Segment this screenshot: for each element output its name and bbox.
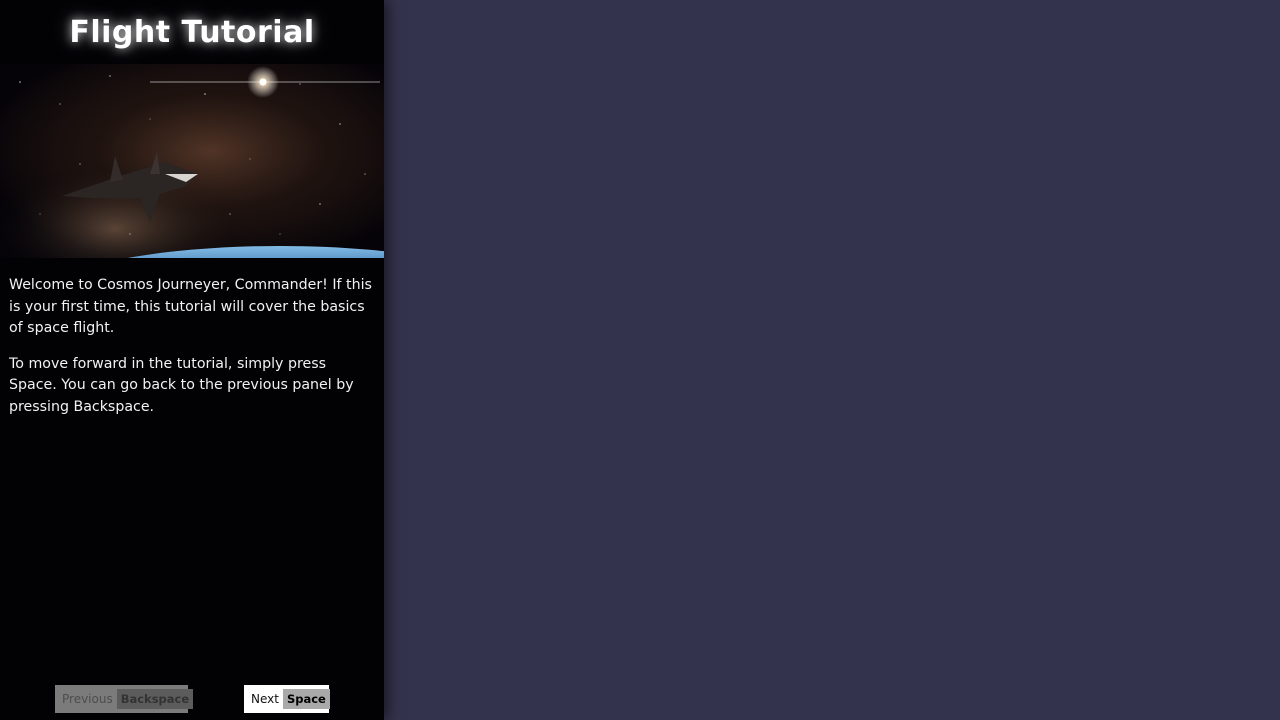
- tutorial-body: Welcome to Cosmos Journeyer, Commander! …: [9, 275, 375, 432]
- tutorial-panel: Flight Tutorial Welcome to Cosmos Journe…: [0, 0, 384, 720]
- tutorial-paragraph-1: Welcome to Cosmos Journeyer, Commander! …: [9, 277, 372, 336]
- tutorial-hero-image: [0, 64, 384, 258]
- previous-key-hint: Backspace: [116, 689, 194, 709]
- next-key-hint: Space: [282, 689, 330, 709]
- next-button-label: Next: [251, 692, 279, 706]
- previous-button-label: Previous: [62, 692, 113, 706]
- tutorial-title: Flight Tutorial: [69, 14, 315, 50]
- previous-button[interactable]: Previous Backspace: [55, 685, 194, 713]
- tutorial-paragraph-2: To move forward in the tutorial, simply …: [9, 355, 354, 415]
- next-button[interactable]: Next Space: [244, 685, 330, 713]
